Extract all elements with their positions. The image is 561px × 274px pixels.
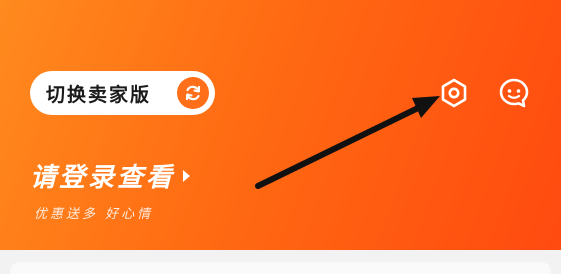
profile-screen: 切换卖家版 请登录查看 优惠送多 好心情 xyxy=(0,0,561,274)
message-icon[interactable] xyxy=(497,76,531,110)
settings-icon[interactable] xyxy=(437,76,471,110)
caret-right-icon xyxy=(183,169,191,182)
switch-button-label: 切换卖家版 xyxy=(46,83,152,106)
login-prompt: 请登录查看 xyxy=(30,163,176,193)
refresh-icon xyxy=(177,77,209,109)
header-subtitle: 优惠送多 好心情 xyxy=(34,207,154,222)
profile-header: 切换卖家版 请登录查看 优惠送多 好心情 xyxy=(0,0,561,250)
login-link[interactable]: 请登录查看 xyxy=(30,157,191,194)
switch-to-seller-button[interactable]: 切换卖家版 xyxy=(30,71,215,115)
content-card xyxy=(10,262,551,274)
